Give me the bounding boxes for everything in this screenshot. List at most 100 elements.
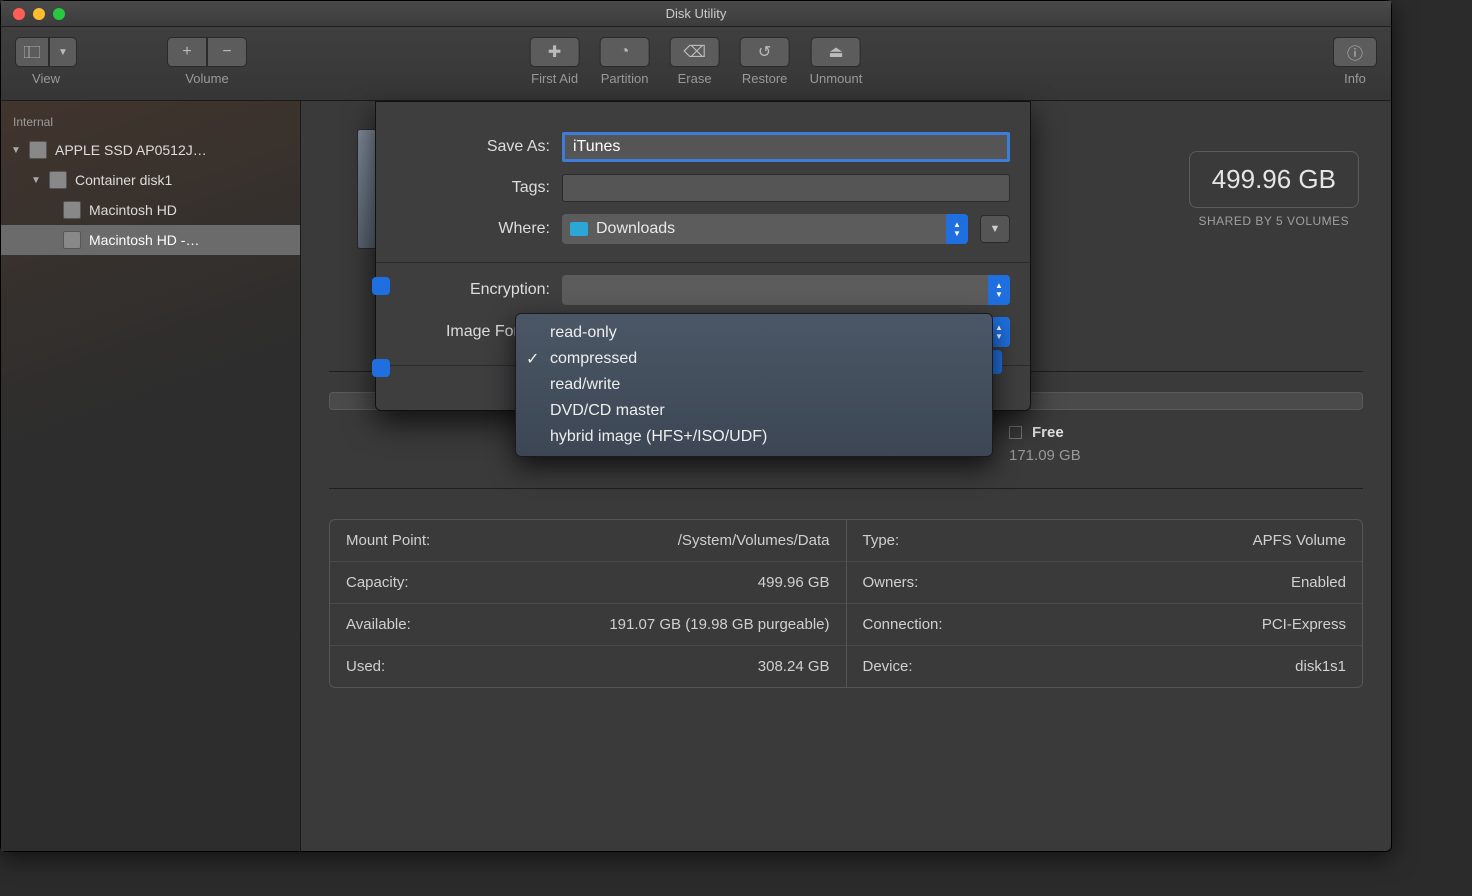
- volume-shared: SHARED BY 5 VOLUMES: [1189, 214, 1359, 228]
- info-val: 499.96 GB: [758, 574, 830, 591]
- disclosure-icon: ▼: [11, 145, 21, 156]
- save-as-input[interactable]: [562, 132, 1010, 162]
- where-label: Where:: [396, 220, 550, 238]
- dropdown-item-read-write[interactable]: read/write: [516, 372, 992, 398]
- free-label: Free: [1032, 424, 1064, 441]
- encryption-label: Encryption:: [396, 281, 550, 299]
- view-menu-button[interactable]: ▼: [49, 37, 77, 67]
- sidebar-item-machd[interactable]: Macintosh HD: [1, 195, 300, 225]
- drive-icon: [29, 141, 47, 159]
- info-key: Device:: [863, 658, 913, 675]
- volume-icon: [63, 201, 81, 219]
- checkmark-icon: ✓: [526, 349, 539, 369]
- expand-save-button[interactable]: ▼: [980, 215, 1010, 243]
- info-row: Mount Point:/System/Volumes/Data: [330, 520, 846, 562]
- encryption-select[interactable]: ▲▼: [562, 275, 1010, 305]
- window-controls: [1, 8, 65, 20]
- where-select[interactable]: Downloads ▲▼: [562, 214, 968, 244]
- sidebar: Internal ▼APPLE SSD AP0512J… ▼Container …: [1, 101, 301, 851]
- remove-volume-button[interactable]: −: [207, 37, 247, 67]
- drive-icon: [49, 171, 67, 189]
- dropdown-item-label: read/write: [550, 376, 620, 394]
- info-val: 191.07 GB (19.98 GB purgeable): [609, 616, 829, 633]
- minimize-icon[interactable]: [33, 8, 45, 20]
- dropdown-item-read-only[interactable]: read-only: [516, 320, 992, 346]
- toolbar-center: ✚First Aid ◔Partition ⌫Erase ↺Restore ⏏U…: [530, 37, 863, 86]
- sidebar-item-label: Container disk1: [75, 172, 172, 188]
- minus-icon: −: [222, 43, 231, 61]
- restore-label: Restore: [742, 71, 788, 86]
- info-table: Mount Point:/System/Volumes/Data Capacit…: [329, 519, 1363, 688]
- dropdown-item-label: read-only: [550, 324, 617, 342]
- sidebar-item-label: APPLE SSD AP0512J…: [55, 142, 207, 158]
- sidebar-item-container[interactable]: ▼ Container disk1: [1, 165, 300, 195]
- info-row: Owners: Enabled: [847, 562, 1363, 604]
- tags-input[interactable]: [562, 174, 1010, 202]
- info-key: Connection:: [863, 616, 943, 633]
- info-row: Capacity: 499.96 GB: [330, 562, 846, 604]
- erase-label: Erase: [678, 71, 712, 86]
- info-key: Mount Point:: [346, 532, 430, 549]
- info-val: Enabled: [1291, 574, 1346, 591]
- titlebar: Disk Utility: [1, 1, 1391, 27]
- plus-icon: +: [182, 43, 191, 61]
- first-aid-button[interactable]: ✚: [530, 37, 580, 67]
- info-key: Capacity:: [346, 574, 409, 591]
- sidebar-item-machd-data[interactable]: Macintosh HD -…: [1, 225, 300, 255]
- volume-icon: [63, 231, 81, 249]
- info-key: Owners:: [863, 574, 919, 591]
- select-stepper-icon: ▲▼: [988, 275, 1010, 305]
- dropdown-item-dvd-cd[interactable]: DVD/CD master: [516, 398, 992, 424]
- info-icon: ⓘ: [1347, 40, 1363, 64]
- volume-size: 499.96 GB: [1189, 151, 1359, 208]
- dropdown-item-hybrid[interactable]: hybrid image (HFS+/ISO/UDF): [516, 424, 992, 450]
- dropdown-item-label: compressed: [550, 350, 637, 368]
- volume-group: + − Volume: [167, 37, 247, 86]
- folder-icon: [570, 222, 588, 236]
- dropdown-item-compressed[interactable]: ✓ compressed: [516, 346, 992, 372]
- partition-button[interactable]: ◔: [600, 37, 650, 67]
- view-label: View: [32, 71, 60, 86]
- close-icon[interactable]: [13, 8, 25, 20]
- swatch-icon: [372, 277, 390, 295]
- toolbar: ▼ View + − Volume ✚First Aid ◔Partition …: [1, 27, 1391, 101]
- volume-summary: 499.96 GB SHARED BY 5 VOLUMES: [1189, 151, 1359, 228]
- partition-label: Partition: [601, 71, 649, 86]
- info-col-right: Type:APFS Volume Owners: Enabled Connecti…: [847, 520, 1363, 687]
- info-button[interactable]: ⓘ: [1333, 37, 1377, 67]
- info-val: PCI-Express: [1262, 616, 1346, 633]
- restore-icon: ↺: [758, 42, 771, 62]
- add-volume-button[interactable]: +: [167, 37, 207, 67]
- free-legend: Free: [1009, 424, 1363, 441]
- chevron-down-icon: ▼: [58, 47, 68, 58]
- dropdown-item-label: DVD/CD master: [550, 402, 665, 420]
- sidebar-item-ssd[interactable]: ▼ APPLE SSD AP0512J…: [1, 135, 300, 165]
- info-key: Type:: [863, 532, 900, 549]
- select-stepper-icon: ▲▼: [946, 214, 968, 244]
- info-row: Connection: PCI-Express: [847, 604, 1363, 646]
- info-col-left: Mount Point:/System/Volumes/Data Capacit…: [330, 520, 847, 687]
- disclosure-icon: ▼: [31, 175, 41, 186]
- info-row: Available:191.07 GB (19.98 GB purgeable): [330, 604, 846, 646]
- erase-button[interactable]: ⌫: [670, 37, 720, 67]
- eject-icon: ⏏: [828, 42, 843, 62]
- info-key: Used:: [346, 658, 385, 675]
- info-val: 308.24 GB: [758, 658, 830, 675]
- image-format-dropdown: read-only ✓ compressed read/write DVD/CD …: [515, 313, 993, 457]
- info-row: Used: 308.24 GB: [330, 646, 846, 687]
- where-value: Downloads: [596, 220, 675, 238]
- free-swatch-icon: [1009, 426, 1022, 439]
- view-sidebar-button[interactable]: [15, 37, 49, 67]
- sidebar-item-label: Macintosh HD: [89, 202, 177, 218]
- sheet-divider: [376, 262, 1030, 263]
- volume-label: Volume: [185, 71, 228, 86]
- info-row: Device:disk1s1: [847, 646, 1363, 687]
- unmount-button[interactable]: ⏏: [811, 37, 861, 67]
- sidebar-icon: [24, 46, 40, 58]
- info-row: Type:APFS Volume: [847, 520, 1363, 562]
- erase-icon: ⌫: [683, 42, 706, 62]
- zoom-icon[interactable]: [53, 8, 65, 20]
- view-group: ▼ View: [15, 37, 77, 86]
- swatch-icon: [372, 359, 390, 377]
- restore-button[interactable]: ↺: [740, 37, 790, 67]
